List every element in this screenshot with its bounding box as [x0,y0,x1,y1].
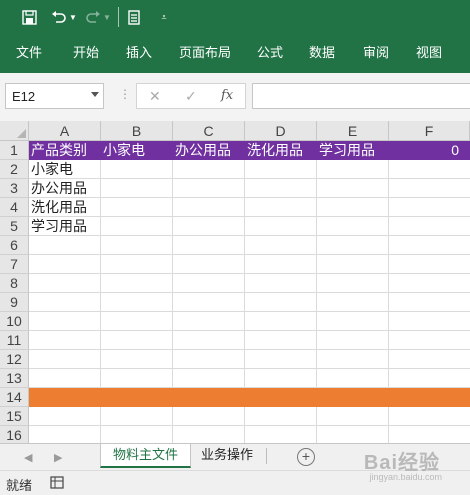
formula-bar-area: E12 ⋮ ✕ ✓ fx [0,73,470,122]
grip-icon[interactable]: ⋮ [119,87,131,101]
cancel-icon[interactable]: ✕ [149,88,161,105]
form-icon[interactable] [126,8,142,26]
row-header[interactable]: 15 [0,407,29,426]
tab-data[interactable]: 数据 [309,42,335,61]
column-header-c[interactable]: C [173,121,245,141]
row-header[interactable]: 5 [0,217,29,236]
redo-dropdown-icon[interactable]: ▼ [102,8,112,26]
cell-c1[interactable]: 办公用品 [175,141,231,160]
ribbon-tabs: 文件 开始 插入 页面布局 公式 数据 审阅 视图 [0,38,470,62]
status-ready: 就绪 [6,478,33,493]
name-box-value: E12 [12,89,36,104]
cell-a4[interactable]: 洗化用品 [31,198,87,217]
ribbon: ▼ ▼ ⩡ 文件 开始 插入 页面布局 公式 数据 审阅 视图 [0,0,470,73]
customize-icon[interactable]: ⩡ [158,8,170,26]
column-header-e[interactable]: E [317,121,389,141]
highlighted-row-fill[interactable] [29,388,470,407]
row-header[interactable]: 13 [0,369,29,388]
watermark-logo: Bai经验 [363,452,440,474]
add-sheet-icon[interactable]: + [297,448,315,466]
save-icon[interactable] [20,8,38,26]
row-header[interactable]: 8 [0,274,29,293]
tab-view[interactable]: 视图 [416,42,442,61]
tab-page-layout[interactable]: 页面布局 [179,42,231,61]
select-all-corner[interactable] [0,121,29,141]
column-header-a[interactable]: A [29,121,101,141]
cell-e1[interactable]: 学习用品 [319,141,375,160]
redo-icon[interactable] [84,8,102,26]
column-header-d[interactable]: D [245,121,317,141]
cell-f1[interactable]: 0 [389,141,459,160]
cell-a5[interactable]: 学习用品 [31,217,87,236]
watermark-url: jingyan.baidu.com [369,472,442,482]
row-header[interactable]: 16 [0,426,29,443]
macro-record-icon[interactable] [50,476,64,492]
scroll-right-icon[interactable]: ▶ [54,451,62,464]
cell-a1[interactable]: 产品类别 [31,141,87,160]
tab-review[interactable]: 审阅 [363,42,389,61]
row-header[interactable]: 11 [0,331,29,350]
tab-formulas[interactable]: 公式 [257,42,283,61]
cell-b1[interactable]: 小家电 [103,141,145,160]
sheet-tab-material-master[interactable]: 物料主文件 [100,444,192,468]
row-header[interactable]: 4 [0,198,29,217]
insert-function-icon[interactable]: fx [221,88,233,103]
worksheet-grid: A B C D E F 1 2 3 4 5 6 7 8 9 10 11 12 1… [0,121,470,443]
row-header[interactable]: 9 [0,293,29,312]
undo-dropdown-icon[interactable]: ▼ [68,8,78,26]
scroll-left-icon[interactable]: ◀ [24,451,32,464]
name-box[interactable]: E12 [5,83,104,109]
row-header[interactable]: 10 [0,312,29,331]
enter-icon[interactable]: ✓ [185,88,197,105]
tab-file[interactable]: 文件 [16,42,42,61]
row-header[interactable]: 14 [0,388,29,407]
cell-a2[interactable]: 小家电 [31,160,73,179]
column-header-b[interactable]: B [101,121,173,141]
chevron-down-icon[interactable] [91,92,99,97]
row-header[interactable]: 12 [0,350,29,369]
tab-insert[interactable]: 插入 [126,42,152,61]
cell-d1[interactable]: 洗化用品 [247,141,303,160]
quick-access-toolbar: ▼ ▼ ⩡ [0,0,470,34]
tab-home[interactable]: 开始 [73,42,99,61]
column-header-f[interactable]: F [389,121,470,141]
tab-divider [266,448,267,464]
row-header[interactable]: 6 [0,236,29,255]
row-header[interactable]: 7 [0,255,29,274]
qat-divider [118,7,119,27]
sheet-tab-business-ops[interactable]: 业务操作 [189,444,265,468]
row-header[interactable]: 3 [0,179,29,198]
formula-buttons: ✕ ✓ fx [136,83,246,109]
row-header[interactable]: 2 [0,160,29,179]
cell-a3[interactable]: 办公用品 [31,179,87,198]
formula-input[interactable] [252,83,470,109]
undo-icon[interactable] [50,8,68,26]
row-header[interactable]: 1 [0,141,29,160]
